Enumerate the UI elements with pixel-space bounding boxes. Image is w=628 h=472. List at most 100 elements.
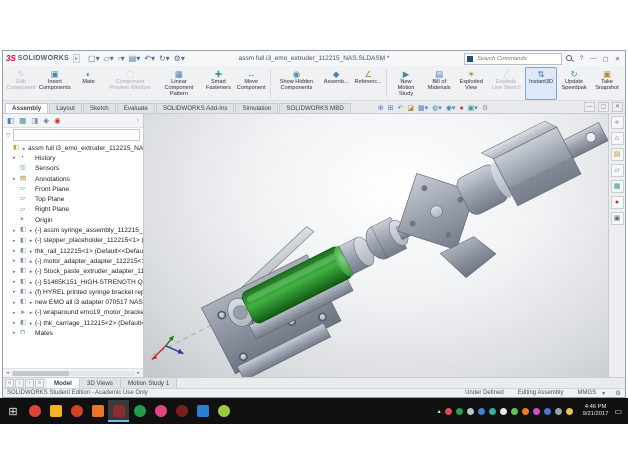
taskbar-app-blue[interactable]: [192, 400, 213, 422]
taskbar-app-green[interactable]: [129, 400, 150, 422]
tray-icon[interactable]: [554, 407, 562, 415]
section-view-icon[interactable]: ◪: [407, 105, 414, 112]
ribbon-button-move-component[interactable]: ↔ Move Component: [234, 67, 268, 100]
taskbar-app-chrome[interactable]: [24, 400, 45, 422]
tab-evaluate[interactable]: Evaluate: [116, 103, 155, 113]
tab-scroll-left-icon[interactable]: ‹: [15, 378, 24, 388]
help-button[interactable]: ?: [577, 55, 586, 62]
tree-item-component[interactable]: ▸◧►(-) 51465K151_HIGH-STRENGTH QUICK-TUR…: [3, 277, 143, 287]
home-icon[interactable]: ⌂: [610, 132, 624, 145]
graphics-viewport[interactable]: [144, 114, 608, 377]
undo-icon[interactable]: ↶▾: [144, 54, 155, 63]
ribbon-button-bill-of-materials[interactable]: ▤ Bill of Materials: [423, 67, 455, 100]
tree-item-origin[interactable]: + Origin: [3, 215, 143, 225]
view-settings-icon[interactable]: ⚙: [482, 105, 488, 112]
minimize-button[interactable]: —: [589, 55, 598, 62]
scroll-left-icon[interactable]: ◂: [4, 370, 11, 376]
quick-tips-icon[interactable]: ⚙: [615, 389, 621, 397]
scrollbar-track[interactable]: [11, 370, 135, 376]
print-icon[interactable]: ▤▾: [129, 54, 141, 63]
tree-item-component[interactable]: ▸◧►(-) thk_carriage_112215<2> (Default<<…: [3, 318, 143, 328]
search-input[interactable]: [475, 54, 559, 63]
expander-icon[interactable]: ▸: [13, 228, 20, 234]
apply-scene-icon[interactable]: ▣▾: [468, 105, 478, 112]
tree-item-component[interactable]: ▸►►(-) wraparound emo19_motor_bracket_11…: [3, 308, 143, 318]
tray-icon[interactable]: [477, 407, 485, 415]
tree-item-component[interactable]: ▸◧►thk_rail_112215<1> (Default<<Default>…: [3, 246, 143, 256]
expander-icon[interactable]: ▸: [13, 289, 20, 295]
ribbon-button-smart-fasteners[interactable]: ✚ Smart Fasteners: [202, 67, 234, 100]
units-caret-icon[interactable]: ▾: [602, 390, 605, 397]
displaymanager-tab-icon[interactable]: ◉: [54, 117, 61, 125]
expander-icon[interactable]: ▸: [13, 155, 20, 161]
tab-scroll-last-icon[interactable]: »: [35, 378, 44, 388]
tab-scroll-first-icon[interactable]: «: [5, 378, 14, 388]
tab-layout[interactable]: Layout: [49, 103, 82, 113]
expander-icon[interactable]: ▸: [13, 269, 20, 275]
ribbon-button-linear-component-pattern[interactable]: ▦ Linear Component Pattern: [155, 67, 202, 100]
tab-sketch[interactable]: Sketch: [82, 103, 116, 113]
scrollbar-thumb[interactable]: [13, 370, 70, 376]
tray-icon[interactable]: [532, 407, 540, 415]
expander-icon[interactable]: ▸: [13, 248, 20, 254]
scroll-right-icon[interactable]: ▸: [135, 370, 142, 376]
ribbon-button-insert-components[interactable]: ▣ Insert Components: [37, 67, 73, 100]
collapse-pane-icon[interactable]: «: [610, 116, 624, 129]
tree-item-front-plane[interactable]: ▱ Front Plane: [3, 184, 143, 194]
options-gear-icon[interactable]: ⚙▾: [174, 54, 185, 63]
tree-item-annotations[interactable]: ▸ ▤ Annotations: [3, 174, 143, 184]
ribbon-button-reference-geometry[interactable]: ∠ Referenc...: [352, 67, 384, 100]
tab-assembly[interactable]: Assembly: [5, 103, 49, 113]
tab-solidworks-add-ins[interactable]: SOLIDWORKS Add-Ins: [155, 103, 235, 113]
expander-icon[interactable]: ▸: [13, 330, 20, 336]
hide-show-items-icon[interactable]: ◉▾: [446, 105, 456, 112]
panel-overflow-chevron-icon[interactable]: ›: [137, 118, 139, 124]
previous-view-icon[interactable]: ↶: [398, 105, 404, 112]
ribbon-button-instant3d[interactable]: ⇅ Instant3D: [525, 67, 558, 100]
tray-icon[interactable]: [466, 407, 474, 415]
tray-icon[interactable]: [444, 407, 452, 415]
tree-item-mates[interactable]: ▸ ⊓ Mates: [3, 328, 143, 338]
tray-icon[interactable]: [455, 407, 463, 415]
ribbon-button-edit-component[interactable]: ✎ Edit Component: [5, 67, 37, 100]
taskbar-app-amber[interactable]: [87, 400, 108, 422]
taskbar-app-orange[interactable]: [66, 400, 87, 422]
tab-scroll-right-icon[interactable]: ›: [25, 378, 34, 388]
tree-item-component[interactable]: ▸◧►new EMO all i3 adapter 070517 NAS<1> …: [3, 297, 143, 307]
tree-item-history[interactable]: ▸ ◔ History: [3, 153, 143, 163]
tree-item-top-plane[interactable]: ▱ Top Plane: [3, 194, 143, 204]
ribbon-button-take-snapshot[interactable]: ▣ Take Snapshot: [591, 67, 623, 100]
new-file-icon[interactable]: ▢▾: [88, 54, 100, 63]
custom-properties-icon[interactable]: ▣: [610, 212, 624, 225]
expander-icon[interactable]: ▸: [13, 176, 20, 182]
doc-minimize-icon[interactable]: —: [584, 102, 595, 112]
tree-item-sensors[interactable]: ◎ Sensors: [3, 164, 143, 174]
view-palette-icon[interactable]: ▦: [610, 180, 624, 193]
tree-filter-input[interactable]: [12, 129, 140, 141]
taskbar-clock[interactable]: 4:46 PM 9/21/2017: [583, 404, 609, 418]
zoom-fit-icon[interactable]: ⊕: [378, 105, 384, 112]
tree-item-component[interactable]: ▸◧►(f) HYREL printed syringe bracket rep…: [3, 287, 143, 297]
rebuild-icon[interactable]: ↻▾: [159, 54, 170, 63]
expander-icon[interactable]: ▸: [13, 310, 20, 316]
tree-item-root[interactable]: ◧►assm full i3_emo_extruder_112215_NAS (…: [3, 143, 143, 153]
expander-icon[interactable]: ▸: [13, 320, 20, 326]
ribbon-button-exploded-view[interactable]: ✶ Exploded View: [455, 67, 487, 100]
expander-icon[interactable]: ▸: [13, 238, 20, 244]
tree-item-component[interactable]: ▸◧►(-) assm syringe_assembly_112215_NAS<…: [3, 225, 143, 235]
expander-icon[interactable]: ▸: [13, 258, 20, 264]
tray-icon[interactable]: [521, 407, 529, 415]
extruder-assembly-model[interactable]: [190, 114, 608, 377]
ribbon-button-update-speedpak[interactable]: ↻ Update Speedpak: [557, 67, 591, 100]
expander-icon[interactable]: ▸: [13, 300, 20, 306]
start-button[interactable]: ⊞: [2, 400, 24, 422]
hidden-icons-caret[interactable]: ▴: [438, 408, 441, 415]
view-orientation-icon[interactable]: ▦▾: [418, 105, 428, 112]
doc-close-icon[interactable]: ✕: [612, 102, 623, 112]
ribbon-button-explode-line-sketch[interactable]: ╱ Explode Line Sketch: [487, 67, 525, 100]
featuremanager-tab-icon[interactable]: ◧: [7, 117, 14, 125]
zoom-area-icon[interactable]: ⊞: [388, 105, 394, 112]
tree-item-component[interactable]: ▸◧►(-) Stock_paste_extruder_adapter_1122…: [3, 267, 143, 277]
tray-icon[interactable]: [488, 407, 496, 415]
restore-button[interactable]: ▢: [601, 55, 610, 63]
